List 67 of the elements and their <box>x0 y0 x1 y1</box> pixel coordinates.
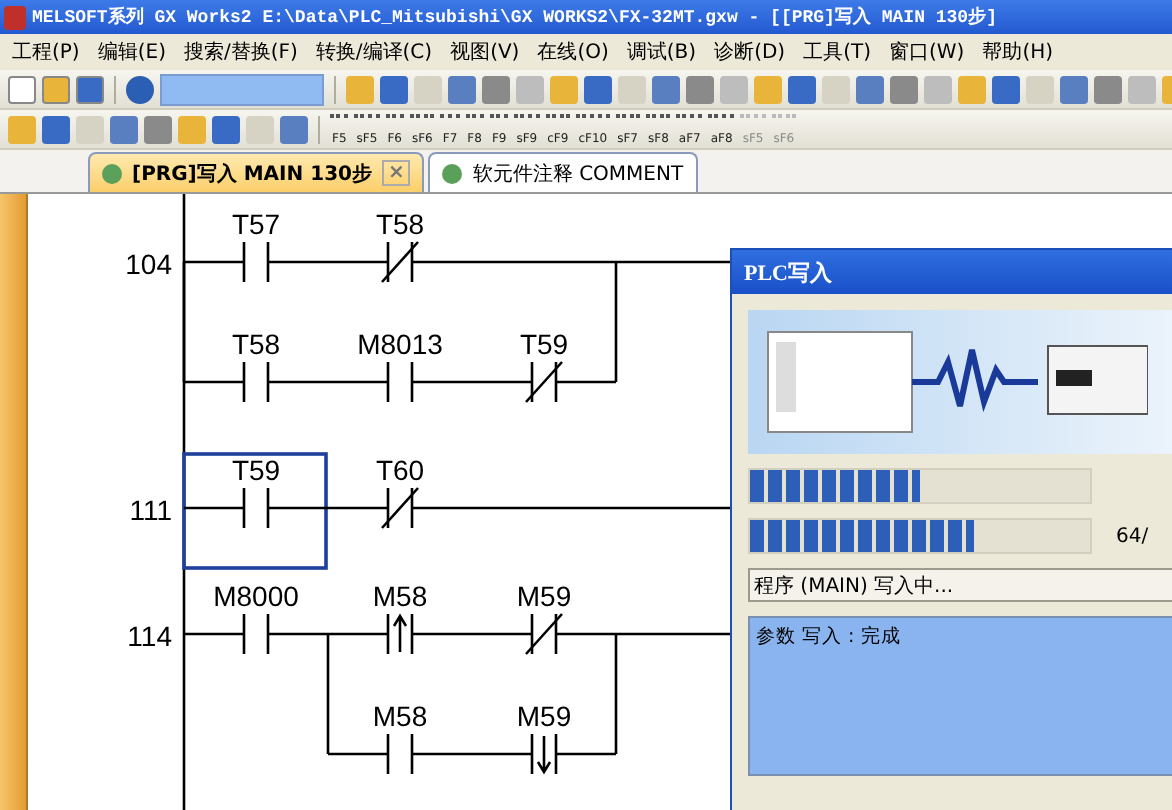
dialog-title: PLC写入 <box>732 250 1172 294</box>
contact-symbol[interactable] <box>182 360 330 404</box>
tab-icon <box>442 163 463 183</box>
device-label: M59 <box>516 580 572 612</box>
editor-tab[interactable]: 软元件注释 COMMENT <box>428 152 698 192</box>
contact-symbol[interactable] <box>326 360 474 404</box>
device-label: T58 <box>231 328 281 360</box>
toolbar-tool-icon[interactable] <box>1060 75 1088 103</box>
navigation-strip[interactable] <box>0 194 28 810</box>
toolbar-combo[interactable] <box>160 73 324 105</box>
toolbar-tool-icon[interactable] <box>482 75 510 103</box>
toolbar-tool-icon[interactable] <box>788 75 816 103</box>
device-label: T60 <box>375 454 425 486</box>
step-number: 104 <box>125 248 172 280</box>
contact-symbol[interactable] <box>182 452 330 570</box>
contact-symbol[interactable] <box>182 240 330 284</box>
contact-symbol[interactable] <box>326 240 474 284</box>
toolbar-tool-icon[interactable] <box>686 75 714 103</box>
device-label: M58 <box>372 700 428 732</box>
toolbar-tool-icon[interactable] <box>110 115 138 143</box>
toolbar-tool-icon[interactable] <box>856 75 884 103</box>
step-number: 114 <box>127 620 172 652</box>
menu-item[interactable]: 在线(O) <box>537 38 609 66</box>
menu-item[interactable]: 帮助(H) <box>982 38 1054 66</box>
toolbar-tool-icon[interactable] <box>42 115 70 143</box>
device-label: M8000 <box>213 580 299 612</box>
toolbar-tool-icon[interactable] <box>448 75 476 103</box>
menu-item[interactable]: 工程(P) <box>12 38 80 66</box>
menu-item[interactable]: 工具(T) <box>803 38 872 66</box>
menu-item[interactable]: 窗口(W) <box>889 38 965 66</box>
toolbar-tool-icon[interactable] <box>1094 75 1122 103</box>
contact-symbol[interactable] <box>182 612 330 656</box>
contact-symbol[interactable] <box>326 732 474 776</box>
toolbar-tool-icon[interactable] <box>890 75 918 103</box>
contact-symbol[interactable] <box>326 612 474 656</box>
tab-icon <box>102 163 122 183</box>
device-label: T59 <box>231 454 281 486</box>
contact-symbol[interactable] <box>470 732 618 776</box>
menu-item[interactable]: 调试(B) <box>626 38 697 66</box>
toolbar-tool-icon[interactable] <box>280 115 308 143</box>
app-icon <box>4 5 26 29</box>
editor-tab[interactable]: [PRG]写入 MAIN 130步 × <box>88 152 425 192</box>
menu-item[interactable]: 编辑(E) <box>97 38 166 66</box>
device-label: T58 <box>375 208 425 240</box>
toolbar-tool-icon[interactable] <box>652 75 680 103</box>
log-text: 参数 写入 : 完成 <box>756 626 901 648</box>
toolbar-tool-icon[interactable] <box>380 75 408 103</box>
contact-symbol[interactable] <box>470 612 618 656</box>
contact-symbol[interactable] <box>326 486 474 530</box>
contact-symbol[interactable] <box>470 360 618 404</box>
toolbar-tool-icon[interactable] <box>992 75 1020 103</box>
menu-item[interactable]: 搜索/替换(F) <box>183 38 298 66</box>
menu-item[interactable]: 转换/编译(C) <box>315 38 433 66</box>
window-title: MELSOFT系列 GX Works2 E:\Data\PLC_Mitsubishi\GX WORKS2\FX-32MT.gxw - [[PRG]写入 MAIN 130步] <box>32 4 997 30</box>
toolbar-tool-icon[interactable] <box>212 115 240 143</box>
progress-count: 64/ <box>1116 525 1149 547</box>
device-label: T57 <box>231 208 281 240</box>
toolbar-tool-icon[interactable] <box>144 115 172 143</box>
menu-item[interactable]: 视图(V) <box>450 38 520 66</box>
status-field: 程序 (MAIN) 写入中... <box>748 568 1172 602</box>
step-number: 111 <box>129 494 172 526</box>
device-label: M59 <box>516 700 572 732</box>
menu-item[interactable]: 诊断(D) <box>714 38 786 66</box>
toolbar-tool-icon[interactable] <box>584 75 612 103</box>
device-label: M58 <box>372 580 428 612</box>
device-label: T59 <box>519 328 569 360</box>
device-label: M8013 <box>357 328 443 360</box>
